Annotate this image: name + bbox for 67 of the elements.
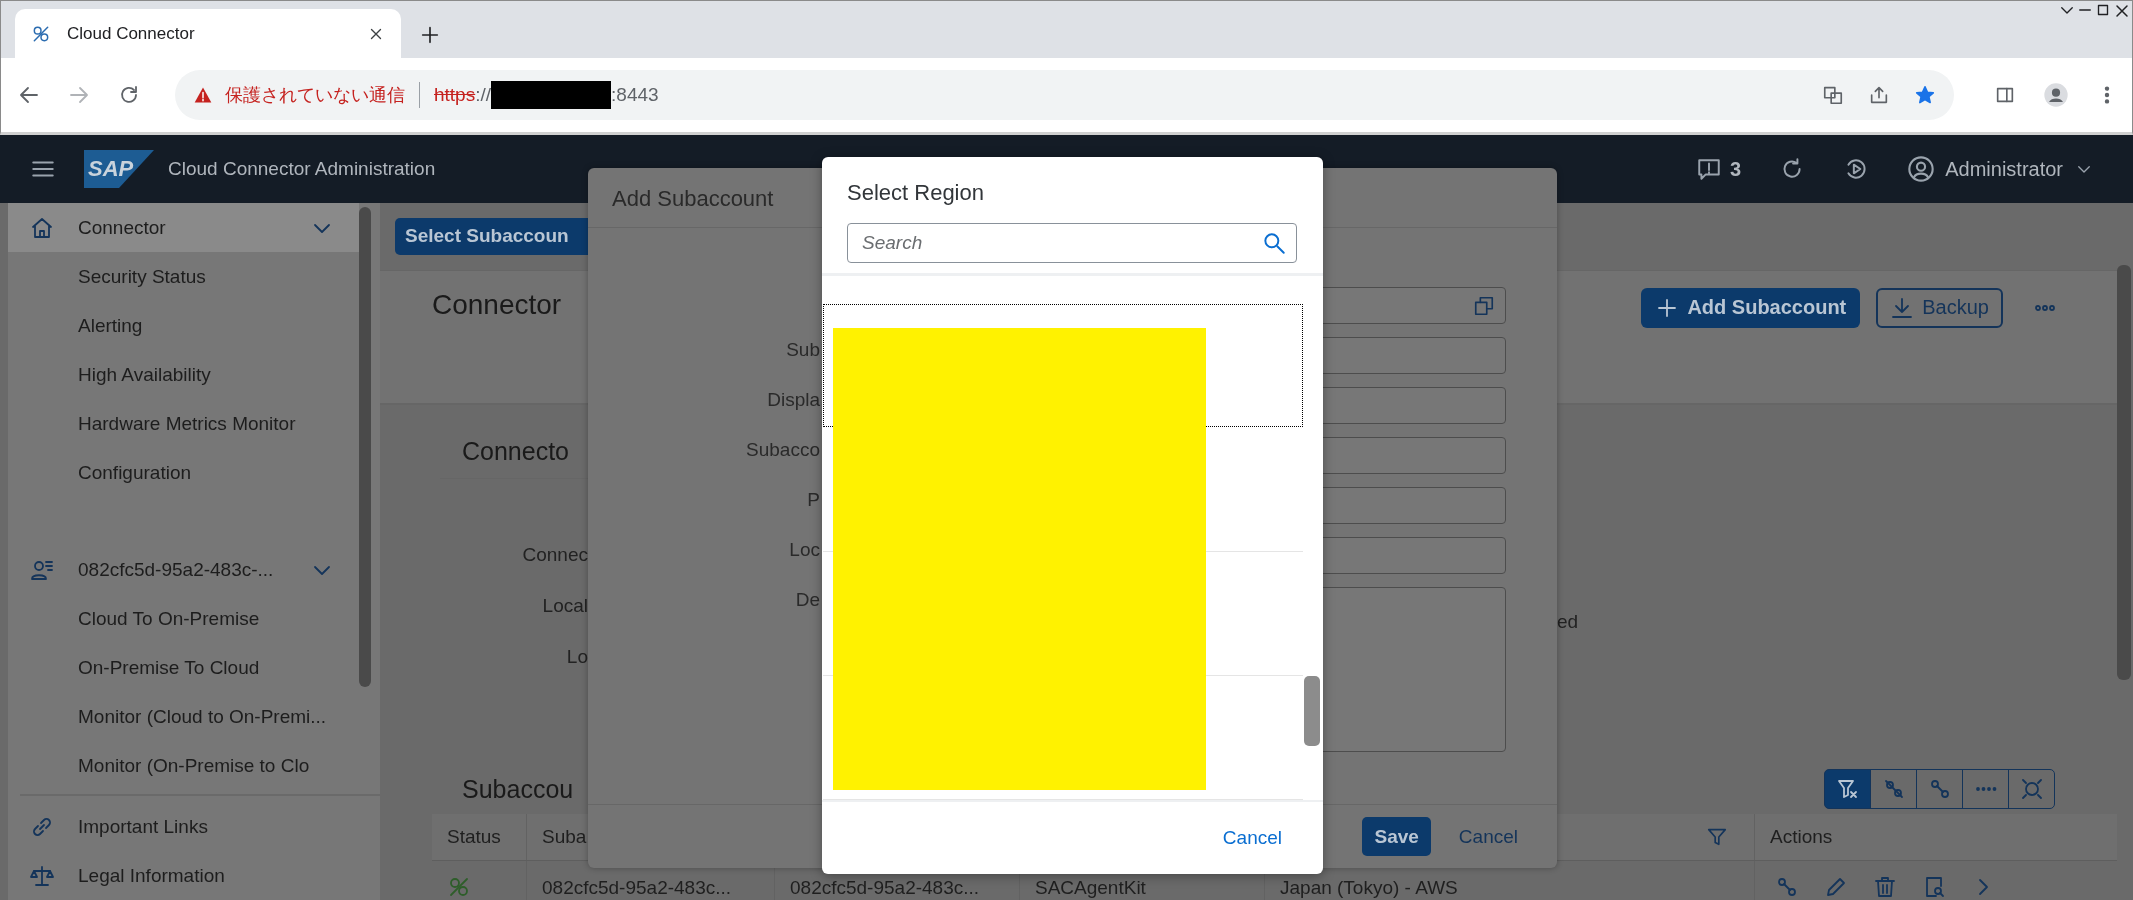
scales-icon: [30, 863, 54, 888]
url-separator: ://: [475, 84, 492, 106]
scrollbar[interactable]: [2117, 265, 2131, 680]
home-icon: [30, 215, 54, 240]
column-header: Status: [432, 814, 527, 860]
browser-tab[interactable]: Cloud Connector: [15, 9, 401, 58]
new-tab-icon[interactable]: [419, 24, 441, 46]
notification-icon[interactable]: [1696, 156, 1723, 182]
sidebar-item[interactable]: Connector: [8, 203, 359, 252]
cancel-button[interactable]: Cancel: [1222, 827, 1282, 849]
scrollbar[interactable]: [1304, 676, 1320, 746]
field-label: Lo: [565, 644, 588, 669]
scrollbar[interactable]: [359, 207, 371, 687]
logo: SAP: [84, 150, 154, 188]
field-label: Sub: [786, 338, 820, 362]
field-label: Displa: [767, 388, 820, 412]
sidebar-item[interactable]: Cloud To On-Premise: [8, 594, 359, 643]
dots-icon: [1973, 786, 1998, 793]
field-label: Local: [541, 593, 588, 618]
warning-icon: [193, 85, 213, 105]
select-subaccount-button[interactable]: Select Subaccoun: [395, 217, 588, 255]
share-icon[interactable]: [1868, 84, 1890, 106]
field-label: De: [795, 588, 820, 612]
target-icon: [2019, 777, 2044, 802]
sidebar-item[interactable]: Monitor (Cloud to On-Premi...: [8, 692, 359, 741]
field-label: Subacco: [746, 438, 820, 462]
url-port: :8443: [611, 84, 659, 106]
address-bar[interactable]: 保護されていない通信 https:// :8443: [175, 70, 1954, 120]
user-icon[interactable]: [1907, 155, 1936, 183]
backup-button[interactable]: Backup: [1876, 287, 2003, 328]
dialog-title: Select Region: [846, 179, 985, 207]
sidebar-item[interactable]: Important Links: [20, 802, 380, 851]
security-warning: 保護されていない通信: [225, 84, 405, 107]
sidebar-item[interactable]: Hardware Metrics Monitor: [8, 399, 359, 448]
profile-icon[interactable]: [2042, 81, 2070, 109]
notification-count: 3: [1730, 157, 1742, 181]
sidebar-item[interactable]: Alerting: [8, 301, 359, 350]
app-title: Cloud Connector Administration: [168, 158, 436, 180]
user-name[interactable]: Administrator: [1945, 157, 2063, 181]
translate-icon[interactable]: [1822, 84, 1844, 106]
field-label: Loc: [789, 538, 820, 562]
field-value: ed: [1557, 609, 1580, 634]
tab-title: Cloud Connector: [67, 23, 196, 44]
sidebar-item[interactable]: 082cfc5d-95a2-483c-...: [8, 545, 359, 594]
section-title: Subaccou: [461, 774, 575, 804]
star-icon[interactable]: [1914, 84, 1936, 106]
column-header: Actions: [1769, 825, 1834, 850]
url-scheme: https: [434, 84, 476, 106]
download-icon: [1890, 295, 1915, 320]
sidebar-item[interactable]: Monitor (On-Premise to Clo: [8, 741, 359, 790]
page-title: Connector: [431, 287, 563, 321]
sidebar-item[interactable]: On-Premise To Cloud: [8, 643, 359, 692]
add-subaccount-button[interactable]: Add Subaccount: [1641, 287, 1861, 328]
copy-icon[interactable]: [1473, 294, 1495, 317]
plug-icon: [447, 875, 471, 899]
cancel-button[interactable]: Cancel: [1458, 825, 1518, 848]
field-label: P: [807, 488, 820, 512]
separator-line: [419, 82, 420, 108]
sidebar-item[interactable]: Configuration: [8, 448, 359, 497]
sidebar-item[interactable]: High Availability: [8, 350, 359, 399]
sidebar-item[interactable]: Security Status: [8, 252, 359, 301]
toolbar-button[interactable]: [1824, 769, 1871, 810]
search-icon[interactable]: [1261, 230, 1287, 256]
sidebar-item[interactable]: Legal Information: [20, 851, 380, 900]
save-button[interactable]: Save: [1362, 817, 1431, 856]
search-field[interactable]: Search: [847, 223, 1297, 263]
field-label: Connec: [521, 542, 588, 567]
